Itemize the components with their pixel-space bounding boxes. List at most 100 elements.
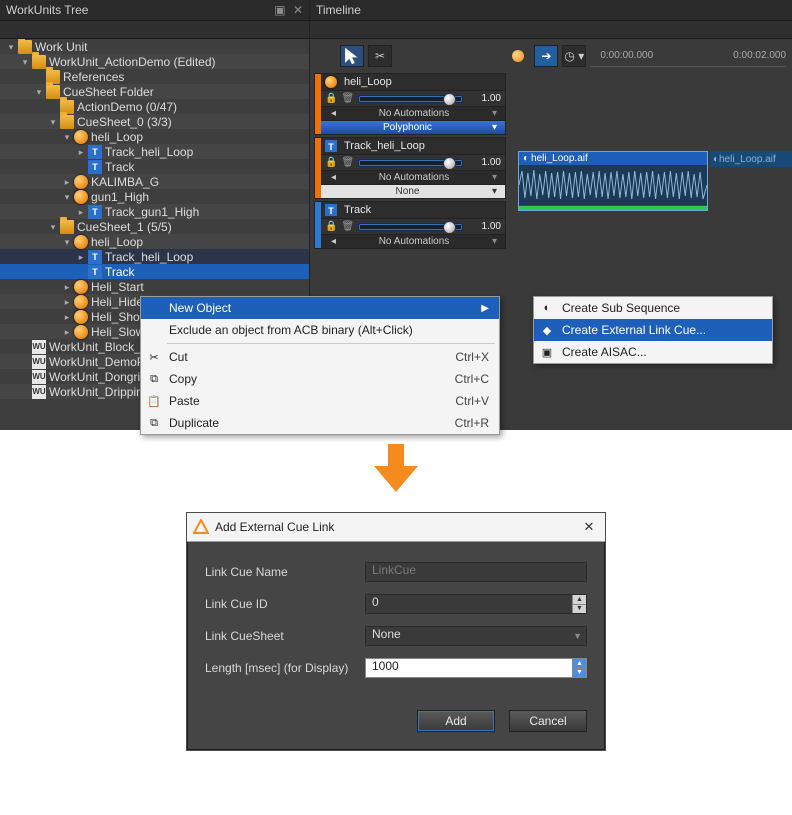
tree-item[interactable]: TTrack — [0, 264, 309, 279]
menu-item[interactable]: ⧉CopyCtrl+C — [141, 368, 499, 390]
expand-toggle[interactable] — [76, 162, 86, 172]
track-icon: T — [88, 265, 102, 279]
pointer-tool-button[interactable] — [340, 45, 364, 67]
tree-item[interactable]: ▾CueSheet_0 (3/3) — [0, 114, 309, 129]
expand-toggle[interactable]: ▾ — [62, 237, 72, 247]
expand-toggle[interactable]: ▸ — [62, 177, 72, 187]
tree-item[interactable]: ▾heli_Loop — [0, 234, 309, 249]
tree-item[interactable]: ▾CueSheet Folder — [0, 84, 309, 99]
expand-toggle[interactable]: ▸ — [62, 282, 72, 292]
spin-up[interactable]: ▲ — [572, 595, 586, 604]
automation-dropdown[interactable]: ◂No Automations▾ — [315, 106, 505, 120]
audio-clip[interactable]: ◐ heli_Loop.aif — [518, 151, 708, 211]
expand-toggle[interactable]: ▾ — [48, 222, 58, 232]
length-input[interactable]: 1000 ▲▼ — [365, 658, 587, 678]
lock-icon[interactable]: 🔒 — [325, 221, 337, 232]
submenu-item[interactable]: ▣Create AISAC... — [534, 341, 772, 363]
pin-icon[interactable]: ▣ — [274, 3, 285, 17]
menu-item[interactable]: New Object▶ — [141, 297, 499, 319]
tree-item[interactable]: ▾CueSheet_1 (5/5) — [0, 219, 309, 234]
tree-item-label: Track_gun1_High — [105, 205, 199, 219]
menu-item-icon: ⧉ — [146, 371, 162, 387]
expand-toggle[interactable] — [76, 267, 86, 277]
trash-icon[interactable]: 🗑 — [341, 157, 354, 168]
trash-icon[interactable]: 🗑 — [341, 93, 354, 104]
menu-item[interactable]: 📋PasteCtrl+V — [141, 390, 499, 412]
expand-toggle[interactable]: ▸ — [76, 252, 86, 262]
playback-mode-dropdown[interactable]: Polyphonic ▾ — [315, 120, 505, 134]
track-header[interactable]: TTrack🔒🗑1.00◂No Automations▾ — [314, 201, 506, 249]
link-cue-name-input[interactable]: LinkCue — [365, 562, 587, 582]
close-icon[interactable]: ✕ — [293, 3, 303, 17]
timeline-ruler[interactable]: 0:00:00.000 0:00:02.000 — [590, 45, 786, 67]
playback-mode-dropdown[interactable]: None ▾ — [315, 184, 505, 198]
tree-item-label: WorkUnit_Block_In — [49, 340, 151, 354]
automation-dropdown[interactable]: ◂No Automations▾ — [315, 170, 505, 184]
expand-toggle[interactable]: ▸ — [76, 147, 86, 157]
expand-toggle[interactable] — [20, 342, 30, 352]
tree-item[interactable]: ▸KALIMBA_G — [0, 174, 309, 189]
tree-item[interactable]: ▸TTrack_gun1_High — [0, 204, 309, 219]
expand-toggle[interactable]: ▾ — [62, 192, 72, 202]
menu-item-label: Cut — [169, 350, 188, 364]
expand-toggle[interactable] — [48, 102, 58, 112]
expand-toggle[interactable] — [20, 387, 30, 397]
spin-down[interactable]: ▼ — [572, 668, 586, 678]
expand-toggle[interactable]: ▸ — [62, 327, 72, 337]
automation-dropdown[interactable]: ◂No Automations▾ — [315, 234, 505, 248]
cue-icon — [74, 190, 88, 204]
expand-toggle[interactable] — [20, 357, 30, 367]
volume-slider[interactable] — [358, 223, 463, 231]
track-name: Track — [344, 204, 371, 216]
follow-button[interactable]: ➔ — [534, 45, 558, 67]
trash-icon[interactable]: 🗑 — [341, 221, 354, 232]
track-header[interactable]: heli_Loop🔒🗑1.00◂No Automations▾Polyphoni… — [314, 73, 506, 135]
lock-icon[interactable]: 🔒 — [325, 157, 337, 168]
tree-item[interactable]: ▸Heli_Start — [0, 279, 309, 294]
tree-item[interactable]: TTrack — [0, 159, 309, 174]
expand-toggle[interactable]: ▾ — [48, 117, 58, 127]
tree-item-label: Track_heli_Loop — [105, 145, 193, 159]
tree-item[interactable]: ▸TTrack_heli_Loop — [0, 249, 309, 264]
menu-item-icon: ✂ — [146, 349, 162, 365]
volume-slider[interactable] — [358, 95, 463, 103]
tree-item[interactable]: ActionDemo (0/47) — [0, 99, 309, 114]
link-cuesheet-select[interactable]: None ▼ — [365, 626, 587, 646]
timeline-region-column[interactable]: ◐ heli_Loop.aif ◐ heli_Loop.aif — [510, 71, 792, 251]
clock-dropdown[interactable]: ◷ ▾ — [562, 45, 586, 67]
menu-item[interactable]: ⧉DuplicateCtrl+R — [141, 412, 499, 434]
record-icon[interactable] — [506, 45, 530, 67]
menu-item-label: Copy — [169, 372, 197, 386]
expand-toggle[interactable]: ▸ — [62, 312, 72, 322]
expand-toggle[interactable]: ▾ — [62, 132, 72, 142]
submenu-item[interactable]: ◆Create External Link Cue... — [534, 319, 772, 341]
spin-up[interactable]: ▲ — [572, 659, 586, 668]
ruler-mark: 0:00:00.000 — [600, 50, 653, 61]
dialog-close-button[interactable]: ✕ — [579, 517, 599, 537]
lock-icon[interactable]: 🔒 — [325, 93, 337, 104]
track-header[interactable]: TTrack_heli_Loop🔒🗑1.00◂No Automations▾No… — [314, 137, 506, 199]
expand-toggle[interactable]: ▸ — [76, 207, 86, 217]
audio-clip-continuation[interactable]: ◐ heli_Loop.aif — [710, 151, 792, 167]
expand-toggle[interactable]: ▸ — [62, 297, 72, 307]
expand-toggle[interactable] — [20, 372, 30, 382]
add-button[interactable]: Add — [417, 710, 495, 732]
scissors-tool-button[interactable]: ✂ — [368, 45, 392, 67]
expand-toggle[interactable] — [34, 72, 44, 82]
tree-item[interactable]: ▾Work Unit — [0, 39, 309, 54]
menu-item[interactable]: ✂CutCtrl+X — [141, 346, 499, 368]
submenu-item[interactable]: ◐Create Sub Sequence — [534, 297, 772, 319]
expand-toggle[interactable]: ▾ — [20, 57, 30, 67]
cancel-button[interactable]: Cancel — [509, 710, 587, 732]
link-cue-id-input[interactable]: 0 ▲▼ — [365, 594, 587, 614]
tree-item[interactable]: ▾heli_Loop — [0, 129, 309, 144]
tree-item[interactable]: ▾gun1_High — [0, 189, 309, 204]
expand-toggle[interactable]: ▾ — [34, 87, 44, 97]
tree-item-label: Track — [105, 265, 135, 279]
tree-item[interactable]: ▸TTrack_heli_Loop — [0, 144, 309, 159]
volume-slider[interactable] — [358, 159, 463, 167]
spin-down[interactable]: ▼ — [572, 604, 586, 614]
menu-item[interactable]: Exclude an object from ACB binary (Alt+C… — [141, 319, 499, 341]
wu-icon: WU — [32, 340, 46, 354]
expand-toggle[interactable]: ▾ — [6, 42, 16, 52]
